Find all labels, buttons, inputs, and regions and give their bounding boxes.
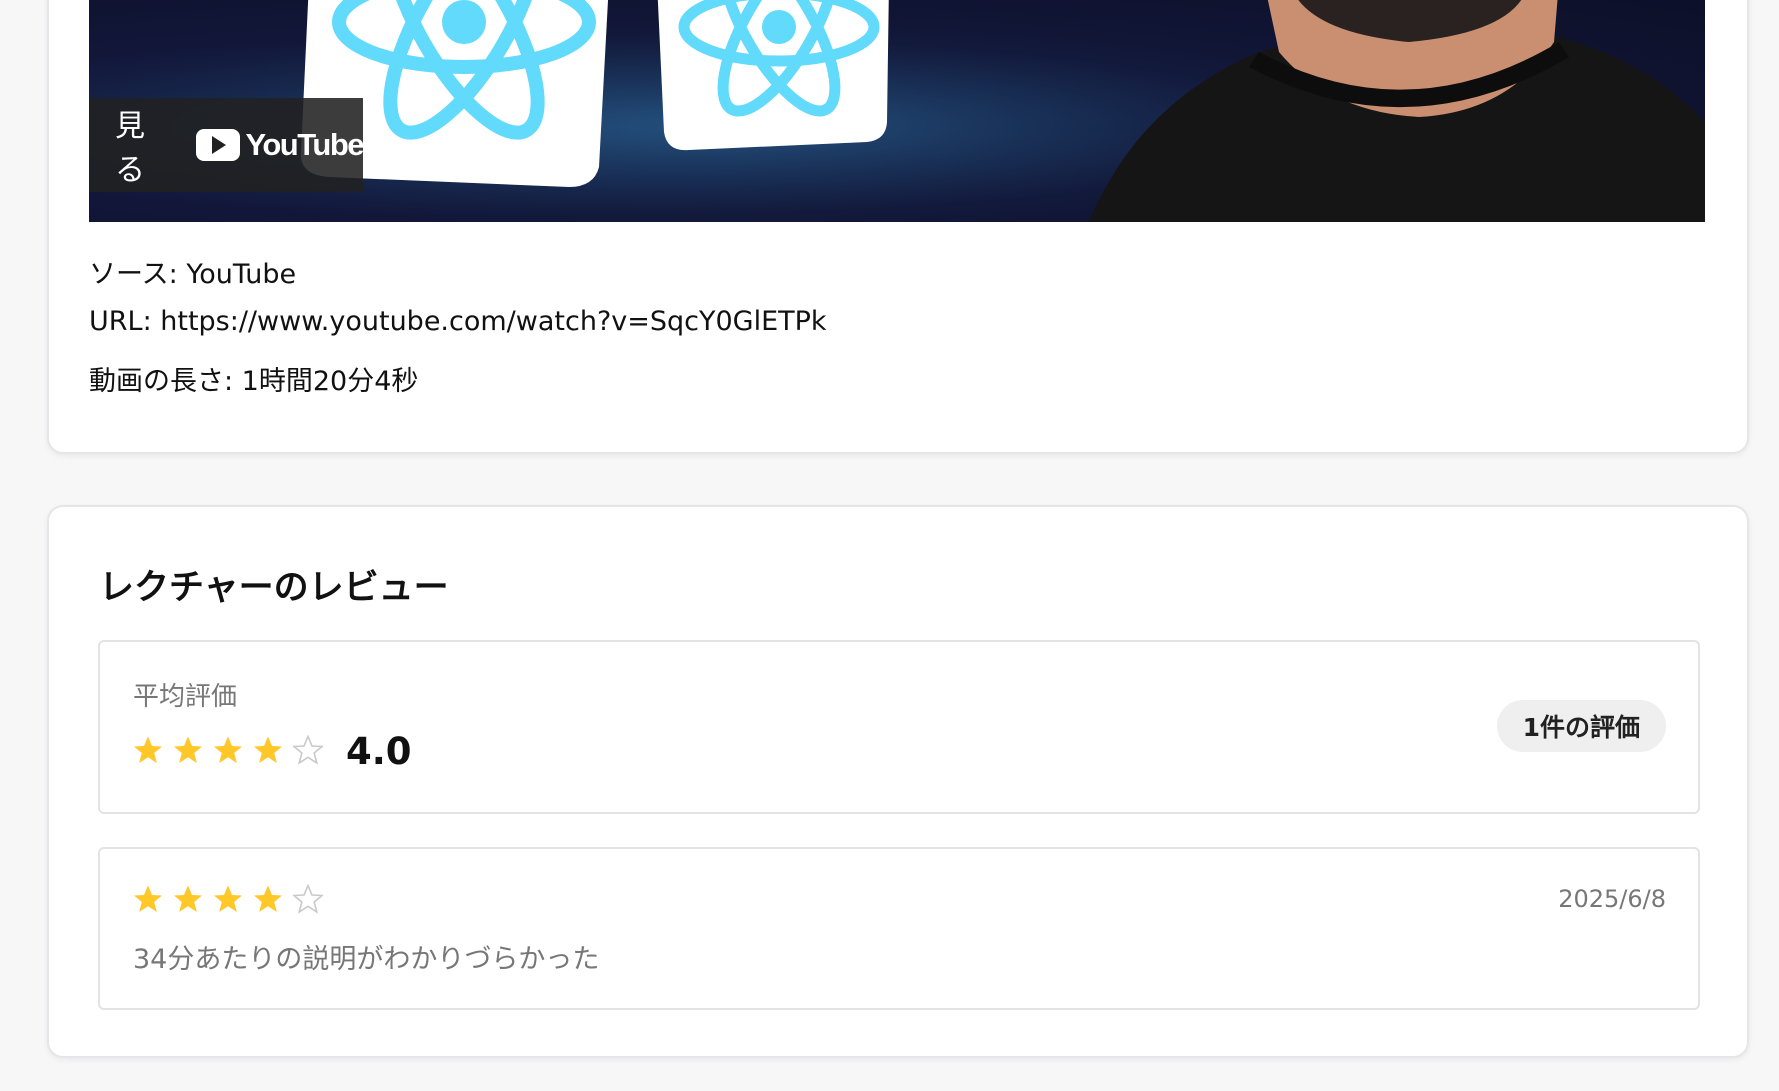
review-stars xyxy=(133,884,323,914)
video-card: 見る YouTube ソース: YouTube URL: https://www… xyxy=(47,0,1749,454)
video-duration: 動画の長さ: 1時間20分4秒 xyxy=(89,366,419,397)
review-date: 2025/6/8 xyxy=(1558,885,1666,913)
star-filled-icon xyxy=(174,736,202,763)
star-filled-icon xyxy=(134,736,162,763)
watch-on-youtube-button[interactable]: 見る YouTube xyxy=(89,98,365,192)
video-source: ソース: YouTube xyxy=(89,259,297,290)
star-empty-icon xyxy=(293,735,323,765)
video-url: URL: https://www.youtube.com/watch?v=Sqc… xyxy=(89,306,827,337)
star-empty-icon xyxy=(293,884,323,914)
reviews-card: レクチャーのレビュー 平均評価 4.0 1件の評価 2025/6/8 34分あた… xyxy=(47,505,1749,1058)
review-item: 2025/6/8 34分あたりの説明がわかりづらかった xyxy=(98,847,1700,1010)
star-filled-icon xyxy=(214,736,242,763)
star-filled-icon xyxy=(254,885,282,912)
reviews-title: レクチャーのレビュー xyxy=(99,568,449,608)
youtube-logo: YouTube xyxy=(195,127,365,163)
star-filled-icon xyxy=(174,885,202,912)
watch-label: 見る xyxy=(115,109,145,188)
youtube-play-icon xyxy=(195,129,240,161)
youtube-logo-text: YouTube xyxy=(245,127,365,162)
star-filled-icon xyxy=(134,885,162,912)
rating-count-badge: 1件の評価 xyxy=(1496,700,1666,752)
average-rating-value: 4.0 xyxy=(346,730,412,773)
average-rating-stars xyxy=(133,735,323,765)
average-rating-box: 平均評価 4.0 1件の評価 xyxy=(98,640,1700,814)
video-thumbnail[interactable]: 見る YouTube xyxy=(89,0,1705,222)
react-logo-card-right xyxy=(657,0,889,151)
star-filled-icon xyxy=(214,885,242,912)
review-comment: 34分あたりの説明がわかりづらかった xyxy=(133,944,600,975)
star-filled-icon xyxy=(254,736,282,763)
average-rating-label: 平均評価 xyxy=(133,682,238,712)
